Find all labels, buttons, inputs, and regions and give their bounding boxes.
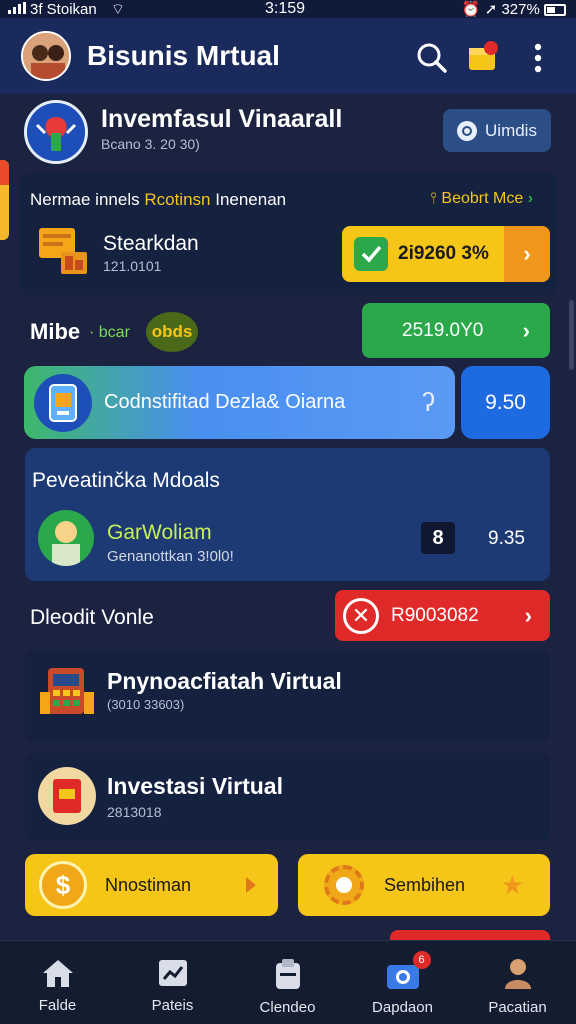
medal-icon xyxy=(324,865,364,905)
battery-status: ⏰ ➚ 327% xyxy=(462,0,566,18)
chevron-right-icon: › xyxy=(527,190,534,207)
chart-card-icon xyxy=(158,960,187,986)
chevron-right-icon: › xyxy=(524,602,532,628)
profile-logo xyxy=(24,100,88,164)
featured-link[interactable]: ⫯ Beobrt Mce › xyxy=(430,190,533,208)
alarm-icon: ⏰ xyxy=(461,1,481,18)
prevention-card[interactable] xyxy=(25,448,550,581)
nav-item-falde[interactable]: Falde xyxy=(0,941,115,1024)
page-title: Bisunis Mrtual xyxy=(87,40,280,71)
app-header: Bisunis Mrtual xyxy=(0,18,576,94)
person-avatar-icon xyxy=(38,510,94,566)
profile-title: Invemfasul Vinaarall xyxy=(101,105,343,133)
bottom-nav: Falde Pateis Clendeo 6 Dapdaon Pacatian xyxy=(0,940,576,1024)
nav-item-clendeo[interactable]: Clendeo xyxy=(230,941,345,1024)
signal-icon xyxy=(8,2,26,14)
star-icon: ★ xyxy=(500,869,524,900)
check-icon xyxy=(354,237,388,271)
play-arrow-icon xyxy=(246,877,256,893)
location-icon: ➚ xyxy=(484,1,498,18)
close-circle-icon: ✕ xyxy=(343,597,379,634)
refresh-icon xyxy=(457,120,478,141)
search-side-value[interactable]: 9.50 xyxy=(461,366,550,439)
wallet-icon xyxy=(35,222,91,278)
home-icon xyxy=(42,960,73,987)
clock: 3:159 xyxy=(265,0,306,17)
list-item-title: Investasi Virtual xyxy=(107,773,283,799)
featured-heading: Nermae innels Rcotinsn Inenenan xyxy=(30,190,287,209)
nnostiman-button[interactable]: $ Nnostiman xyxy=(25,854,278,916)
list-item[interactable] xyxy=(25,650,550,742)
status-bar: 3f Stoikan ⌔ 3:159 ⏰ ➚ 327% xyxy=(0,0,576,18)
list-item-sub: 2813018 xyxy=(107,804,162,820)
calculator-icon xyxy=(38,662,96,720)
coin-icon: $ xyxy=(39,861,87,909)
mibe-sub-label: · bcar xyxy=(89,324,130,341)
chevron-right-icon: › xyxy=(522,317,530,343)
scrollbar[interactable] xyxy=(569,300,574,370)
sembihen-button[interactable]: Sembihen ★ xyxy=(298,854,550,916)
prevention-item-title: GarWoliam xyxy=(107,521,212,544)
prevention-heading: Peveatinčka Mdoals xyxy=(32,469,220,492)
chevron-right-icon: › xyxy=(504,226,550,282)
red-envelope-icon xyxy=(38,767,96,825)
search-icon[interactable] xyxy=(414,40,450,76)
list-item-title: Pnynoacfiatah Virtual xyxy=(107,668,342,694)
list-item[interactable] xyxy=(25,753,550,841)
wifi-icon: ⌔ xyxy=(110,1,125,18)
phone-app-icon xyxy=(34,373,92,432)
prevention-value: 9.35 xyxy=(488,528,525,549)
help-icon[interactable]: ʔ xyxy=(422,387,435,418)
document-icon xyxy=(275,959,300,989)
avatar[interactable] xyxy=(21,31,71,81)
rank-icon: ⫯ xyxy=(430,190,437,207)
search-bar[interactable]: Codnstifitad Dezla& Oiarna ʔ xyxy=(24,366,455,439)
featured-item-sub: 121.0101 xyxy=(103,258,162,274)
side-accent-top xyxy=(0,160,9,185)
notification-badge: 6 xyxy=(412,951,431,969)
uimdis-button[interactable]: Uimdis xyxy=(443,109,551,152)
mibe-value-button[interactable]: 2519.0Y0 › xyxy=(362,303,550,358)
profile-subtitle: Bcano 3. 20 30) xyxy=(101,136,200,152)
count-badge: 8 xyxy=(421,522,455,554)
person-icon xyxy=(504,959,531,989)
nav-item-dapdaon[interactable]: 6 Dapdaon xyxy=(345,941,460,1024)
battery-icon xyxy=(544,4,566,17)
dleodit-label: Dleodit Vonle xyxy=(30,606,154,629)
dleodit-value-button[interactable]: ✕ R9003082 › xyxy=(335,590,550,641)
nav-item-pateis[interactable]: Pateis xyxy=(115,941,230,1024)
mibe-label: Mibe xyxy=(30,319,81,344)
list-item-sub: (3010 33603) xyxy=(107,697,185,712)
more-vertical-icon[interactable] xyxy=(524,40,552,76)
notification-box-icon[interactable] xyxy=(465,38,501,74)
prevention-item-sub: Genanottkan 3!0l0! xyxy=(107,548,234,565)
carrier: 3f Stoikan ⌔ xyxy=(8,0,125,19)
featured-value-button[interactable]: 2i9260 3% › xyxy=(342,226,550,282)
featured-item-title: Stearkdan xyxy=(103,232,199,255)
mibe-badge: obds xyxy=(146,312,198,352)
nav-item-pacatian[interactable]: Pacatian xyxy=(460,941,575,1024)
